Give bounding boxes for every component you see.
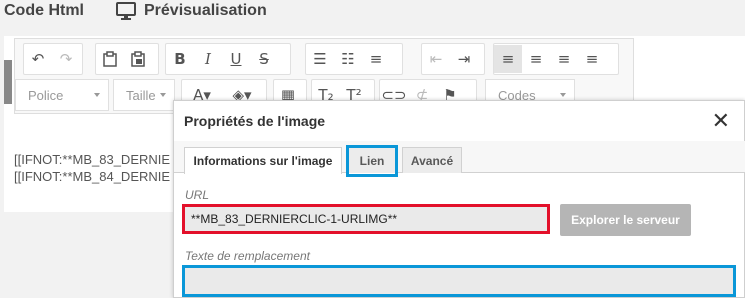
indent-icon[interactable]: ⇥ <box>450 45 478 73</box>
chevron-down-icon <box>560 93 566 97</box>
alt-text-input[interactable] <box>182 265 736 297</box>
paste-group <box>95 43 159 75</box>
editor-text-line: [[IFNOT:**MB_83_DERNIE <box>14 152 171 167</box>
italic-icon[interactable]: I <box>194 45 222 73</box>
undo-icon[interactable]: ↶ <box>24 45 52 73</box>
tab-preview[interactable]: Prévisualisation <box>116 2 267 20</box>
editor-text-line: [[IFNOT:**MB_84_DERNIE <box>14 169 171 184</box>
chevron-down-icon <box>94 93 100 97</box>
align-left-icon[interactable]: ≡ <box>494 45 522 73</box>
paste-icon[interactable] <box>96 45 124 73</box>
redo-icon[interactable]: ↷ <box>52 45 80 73</box>
chevron-down-icon <box>160 93 166 97</box>
tab-image-info[interactable]: Informations sur l'image <box>184 147 342 174</box>
editor-gutter <box>4 60 12 104</box>
size-select-label: Taille <box>126 87 156 103</box>
align-right-icon[interactable]: ≡ <box>550 45 578 73</box>
numbered-list-icon[interactable]: ☷ <box>334 45 362 73</box>
align-group: ≡ ≡ ≡ ≡ <box>493 43 619 75</box>
undo-redo-group: ↶ ↷ <box>23 43 83 75</box>
bullet-list-icon[interactable]: ☰ <box>306 45 334 73</box>
url-input[interactable]: **MB_83_DERNIERCLIC-1-URLIMG** <box>182 204 550 234</box>
font-select[interactable]: Police <box>15 79 109 111</box>
tab-link[interactable]: Lien <box>348 147 396 173</box>
dialog-title: Propriétés de l'image <box>184 113 326 129</box>
format-group: B I U S <box>165 43 291 75</box>
underline-icon[interactable]: U <box>222 45 250 73</box>
top-bar: Code Html Prévisualisation <box>0 0 745 28</box>
tab-preview-label: Prévisualisation <box>144 2 267 19</box>
monitor-icon <box>116 2 136 20</box>
close-icon[interactable]: ✕ <box>712 109 730 134</box>
paste-word-icon[interactable] <box>124 45 152 73</box>
align-center-icon[interactable]: ≡ <box>522 45 550 73</box>
strikethrough-icon[interactable]: S <box>250 45 278 73</box>
outdent-icon[interactable]: ⇤ <box>422 45 450 73</box>
tab-advanced[interactable]: Avancé <box>402 147 462 173</box>
tab-code-html[interactable]: Code Html <box>4 2 84 20</box>
font-select-label: Police <box>28 87 64 103</box>
indent-group: ⇤ ⇥ <box>421 43 485 75</box>
image-properties-dialog: Propriétés de l'image ✕ Informations sur… <box>173 100 745 298</box>
align-justify-icon[interactable]: ≡ <box>578 45 606 73</box>
size-select[interactable]: Taille <box>113 79 175 111</box>
url-label: URL <box>185 188 210 202</box>
alt-text-label: Texte de remplacement <box>185 249 310 263</box>
horizontal-rule-icon[interactable]: ≡ <box>362 45 390 73</box>
bold-icon[interactable]: B <box>166 45 194 73</box>
browse-server-button[interactable]: Explorer le serveur <box>560 204 691 236</box>
list-group: ☰ ☷ ≡ <box>305 43 403 75</box>
